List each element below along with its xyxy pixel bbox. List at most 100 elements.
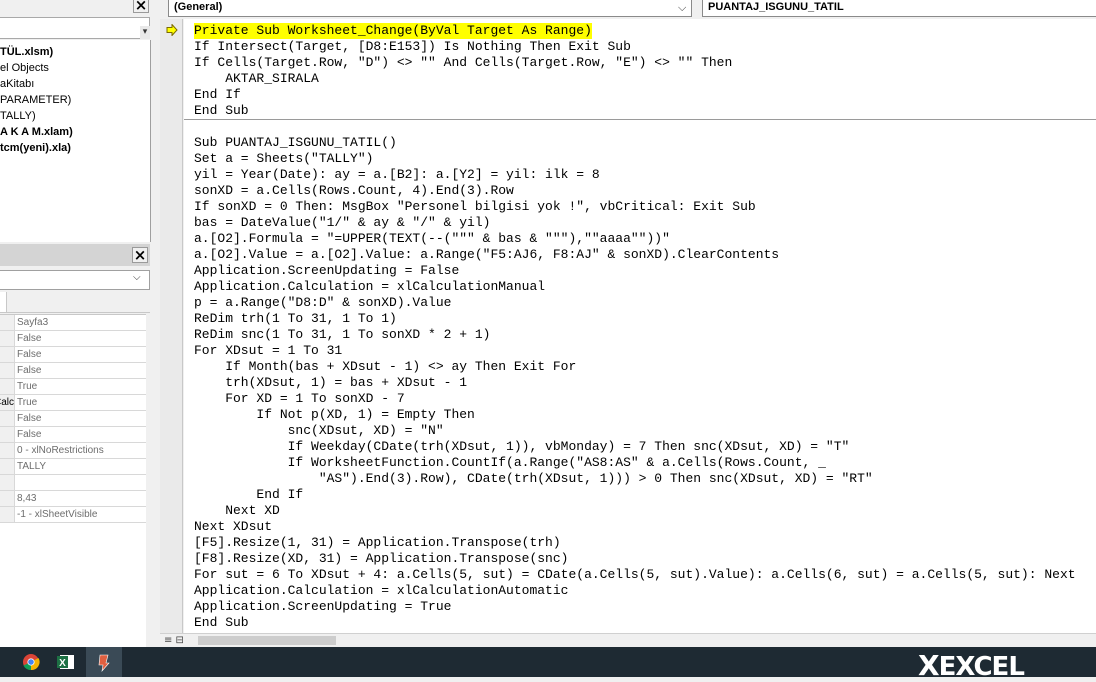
code-line[interactable]: End Sub: [194, 103, 249, 119]
property-row[interactable]: False: [0, 347, 146, 363]
property-name: Calc: [0, 395, 15, 410]
code-line[interactable]: sonXD = a.Cells(Rows.Count, 4).End(3).Ro…: [194, 183, 514, 199]
code-line[interactable]: [F8].Resize(XD, 31) = Application.Transp…: [194, 551, 568, 567]
code-line[interactable]: For XD = 1 To sonXD - 7: [194, 391, 404, 407]
project-tree-item[interactable]: TÜL.xlsm): [0, 44, 53, 60]
code-line[interactable]: Set a = Sheets("TALLY"): [194, 151, 373, 167]
property-row[interactable]: TALLY: [0, 459, 146, 475]
code-line[interactable]: ReDim trh(1 To 31, 1 To 1): [194, 311, 397, 327]
code-line[interactable]: End If: [194, 487, 303, 503]
project-explorer-toolbar: [0, 17, 150, 39]
code-line[interactable]: If Weekday(CDate(trh(XDsut, 1)), vbMonda…: [194, 439, 850, 455]
property-row[interactable]: -1 - xlSheetVisible: [0, 507, 146, 523]
project-tree[interactable]: TÜL.xlsm) el Objects aKitabı PARAMETER) TALL…: [0, 40, 151, 242]
property-row[interactable]: Sayfa3: [0, 315, 146, 331]
property-value[interactable]: 0 - xlNoRestrictions: [17, 443, 104, 458]
code-line[interactable]: If WorksheetFunction.CountIf(a.Range("AS…: [194, 455, 826, 471]
chevron-down-icon[interactable]: ⌵: [678, 1, 686, 15]
code-line[interactable]: For XDsut = 1 To 31: [194, 343, 342, 359]
property-value[interactable]: True: [17, 395, 37, 410]
code-line[interactable]: Sub PUANTAJ_ISGUNU_TATIL(): [194, 135, 397, 151]
excel-icon[interactable]: X: [48, 647, 84, 677]
code-line[interactable]: bas = DateValue("1/" & ay & "/" & yil): [194, 215, 490, 231]
code-line[interactable]: If Cells(Target.Row, "D") <> "" And Cell…: [194, 55, 732, 71]
code-line[interactable]: a.[O2].Value = a.[O2].Value: a.Range("F5…: [194, 247, 779, 263]
code-line[interactable]: End Sub: [194, 615, 249, 631]
property-value[interactable]: False: [17, 411, 41, 426]
property-name: [0, 507, 15, 522]
property-value[interactable]: True: [17, 379, 37, 394]
properties-grid: Sayfa3FalseFalseFalseTrueCalcTrueFalseFa…: [0, 314, 146, 648]
left-dock: × ▾ TÜL.xlsm) el Objects aKitabı PARAMETER)…: [0, 0, 158, 648]
property-value[interactable]: False: [17, 331, 41, 346]
execution-arrow-icon: [166, 24, 178, 36]
code-line[interactable]: snc(XDsut, XD) = "N": [194, 423, 444, 439]
code-line[interactable]: If Month(bas + XDsut - 1) <> ay Then Exi…: [194, 359, 576, 375]
property-row[interactable]: True: [0, 379, 146, 395]
project-tree-item[interactable]: el Objects: [0, 60, 49, 76]
project-explorer-close-icon[interactable]: ×: [133, 0, 149, 13]
code-line[interactable]: Application.Calculation = xlCalculationA…: [194, 583, 568, 599]
property-value[interactable]: False: [17, 427, 41, 442]
chevron-down-icon[interactable]: ⌵: [133, 272, 141, 283]
vba-editor-icon[interactable]: [86, 647, 122, 677]
code-line[interactable]: If sonXD = 0 Then: MsgBox "Personel bilg…: [194, 199, 756, 215]
property-row[interactable]: CalcTrue: [0, 395, 146, 411]
property-name: [0, 443, 15, 458]
property-row[interactable]: False: [0, 331, 146, 347]
code-line[interactable]: Application.ScreenUpdating = True: [194, 599, 451, 615]
project-explorer-titlebar: [0, 0, 150, 16]
project-tree-item[interactable]: tcm(yeni).xla): [0, 140, 71, 156]
code-line[interactable]: If Intersect(Target, [D8:E153]) Is Nothi…: [194, 39, 631, 55]
code-line[interactable]: ReDim snc(1 To 31, 1 To sonXD * 2 + 1): [194, 327, 490, 343]
code-line[interactable]: Application.ScreenUpdating = False: [194, 263, 459, 279]
code-line[interactable]: trh(XDsut, 1) = bas + XDsut - 1: [194, 375, 467, 391]
property-value[interactable]: 8,43: [17, 491, 36, 506]
property-name: [0, 347, 15, 362]
property-row[interactable]: [0, 475, 146, 491]
code-line-current[interactable]: Private Sub Worksheet_Change(ByVal Targe…: [194, 23, 592, 39]
code-line[interactable]: If Not p(XD, 1) = Empty Then: [194, 407, 474, 423]
property-value[interactable]: Sayfa3: [17, 315, 48, 330]
code-line[interactable]: yil = Year(Date): ay = a.[B2]: a.[Y2] = …: [194, 167, 600, 183]
code-line[interactable]: "AS").End(3).Row), CDate(trh(XDsut, 1)))…: [194, 471, 873, 487]
procedure-dropdown[interactable]: PUANTAJ_ISGUNU_TATIL: [702, 0, 1096, 17]
watermark-text: EXCEL: [938, 652, 1025, 682]
code-line[interactable]: Application.Calculation = xlCalculationM…: [194, 279, 545, 295]
properties-object-dropdown[interactable]: [0, 270, 150, 290]
code-margin-indicator-bar[interactable]: [160, 19, 183, 633]
code-line[interactable]: Next XDsut: [194, 519, 272, 535]
property-value[interactable]: False: [17, 363, 41, 378]
project-tree-item[interactable]: aKitabı: [0, 76, 34, 92]
property-name: [0, 475, 15, 490]
property-value[interactable]: TALLY: [17, 459, 46, 474]
view-toggle-icons[interactable]: ≡ ⊟: [164, 635, 184, 646]
code-line[interactable]: [F5].Resize(1, 31) = Application.Transpo…: [194, 535, 561, 551]
property-value[interactable]: -1 - xlSheetVisible: [17, 507, 97, 522]
properties-tab-alphabetic[interactable]: [0, 292, 7, 312]
object-dropdown[interactable]: (General): [168, 0, 692, 17]
project-tree-item[interactable]: A K A M.xlam): [0, 124, 73, 140]
code-line[interactable]: p = a.Range("D8:D" & sonXD).Value: [194, 295, 451, 311]
scrollbar-thumb[interactable]: [198, 636, 336, 645]
property-row[interactable]: 8,43: [0, 491, 146, 507]
project-tree-item[interactable]: TALLY): [0, 108, 36, 124]
property-row[interactable]: False: [0, 427, 146, 443]
property-row[interactable]: False: [0, 363, 146, 379]
code-line[interactable]: a.[O2].Formula = "=UPPER(TEXT(--(""" & b…: [194, 231, 670, 247]
code-line[interactable]: For sut = 6 To XDsut + 4: a.Cells(5, sut…: [194, 567, 1076, 583]
excel-watermark-logo: XEXCEL: [918, 649, 1025, 682]
project-scroll-down-icon[interactable]: ▾: [140, 26, 150, 39]
chrome-icon[interactable]: [13, 647, 49, 677]
code-line[interactable]: End If: [194, 87, 241, 103]
property-value[interactable]: False: [17, 347, 41, 362]
project-tree-item[interactable]: PARAMETER): [0, 92, 71, 108]
property-name: [0, 331, 15, 346]
code-line[interactable]: AKTAR_SIRALA: [194, 71, 319, 87]
code-editor[interactable]: Private Sub Worksheet_Change(ByVal Targe…: [184, 19, 1096, 633]
property-name: [0, 459, 15, 474]
code-line[interactable]: Next XD: [194, 503, 280, 519]
property-row[interactable]: 0 - xlNoRestrictions: [0, 443, 146, 459]
properties-close-icon[interactable]: ×: [132, 247, 148, 263]
property-row[interactable]: False: [0, 411, 146, 427]
